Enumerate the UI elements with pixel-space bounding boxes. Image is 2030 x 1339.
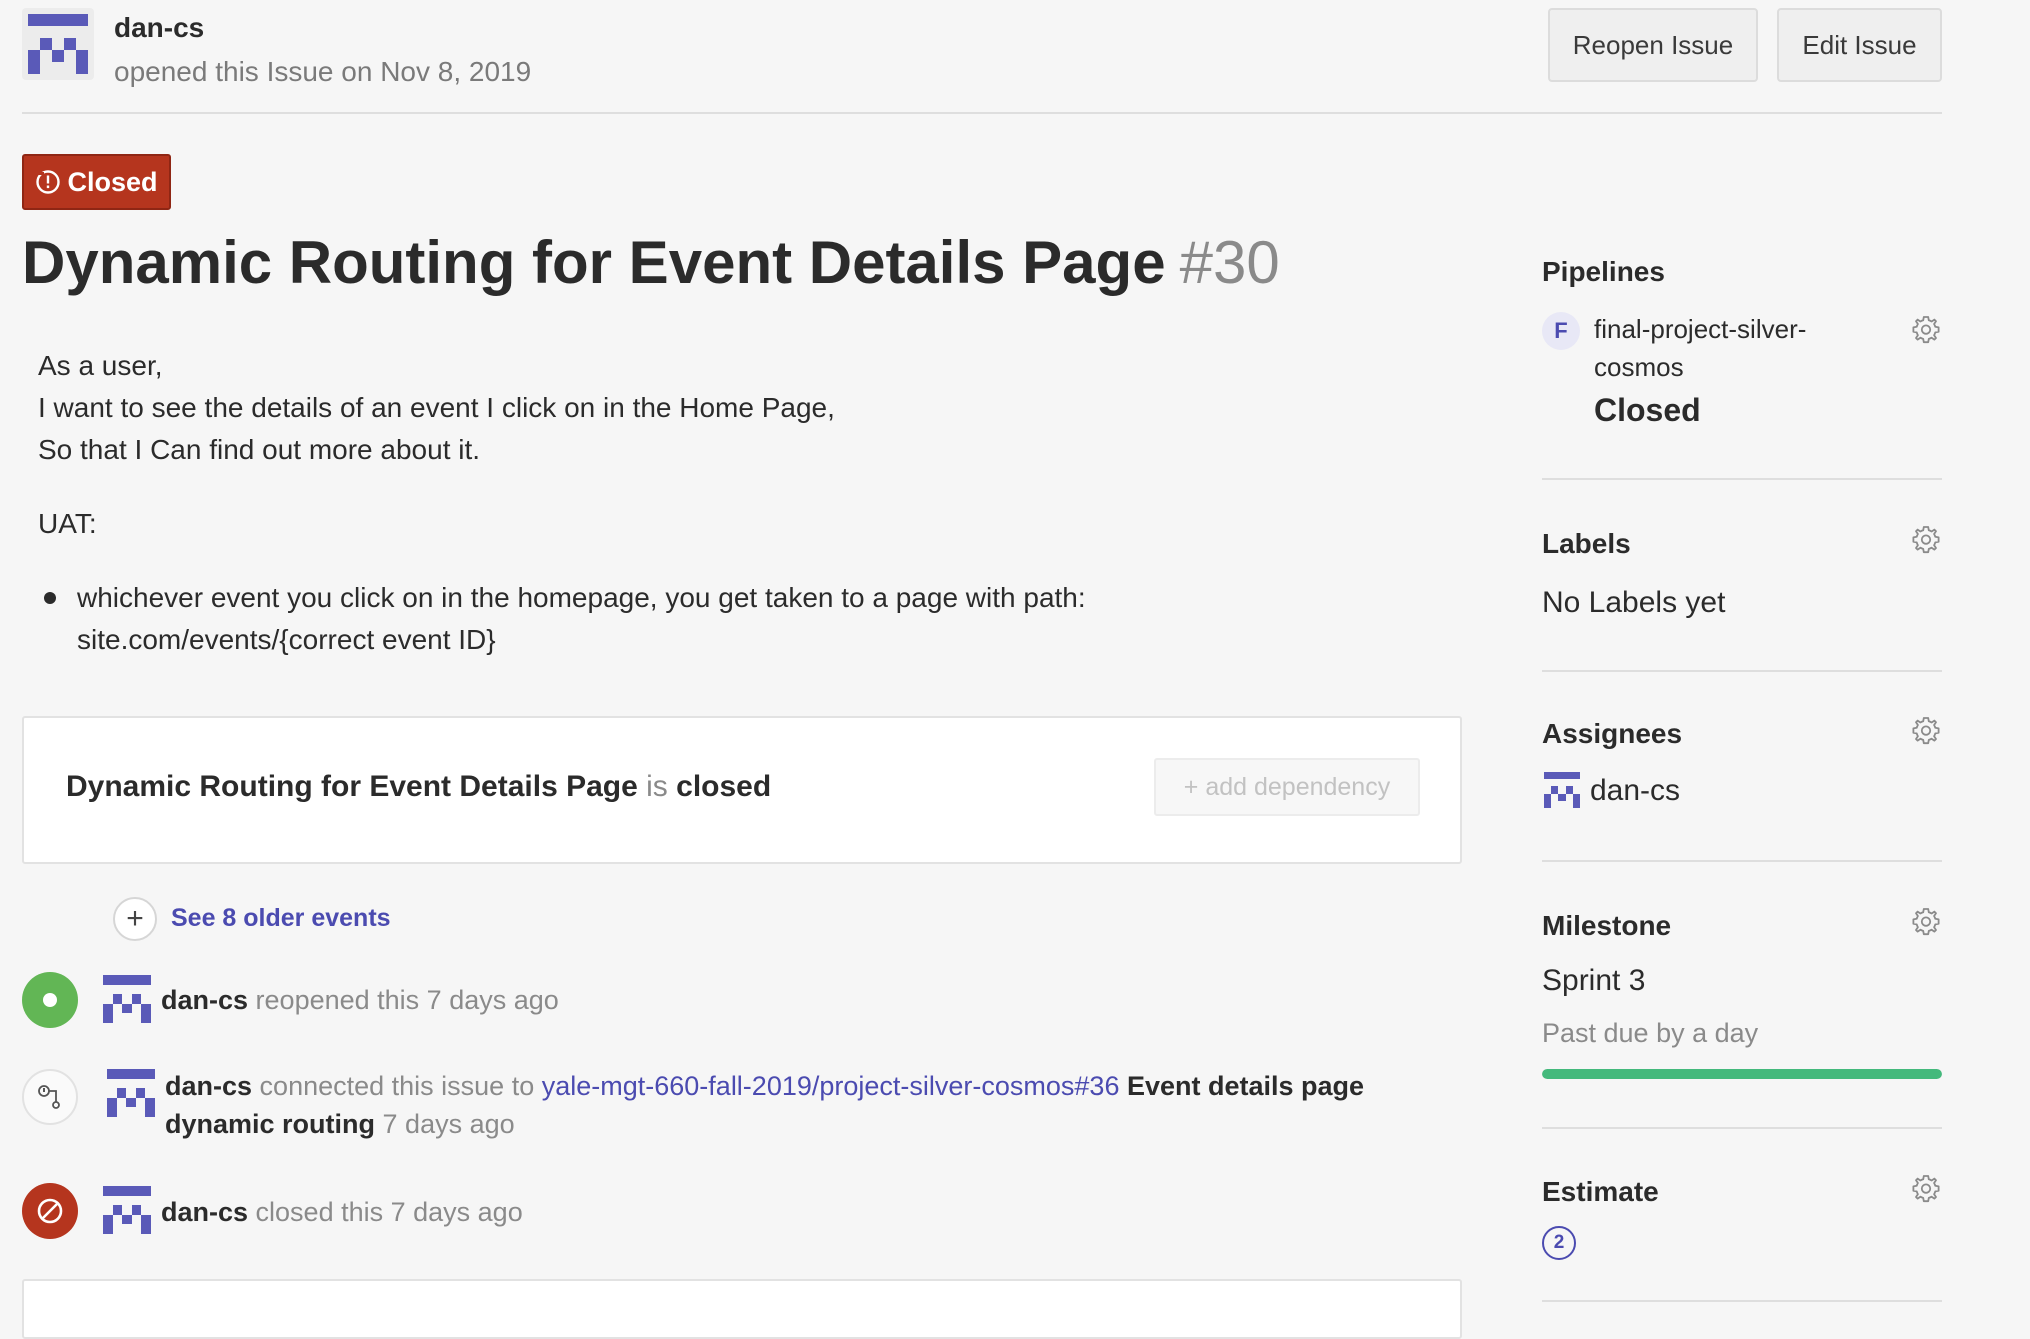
event-action: reopened this 7 days ago bbox=[255, 985, 559, 1015]
expand-older-events-icon[interactable]: + bbox=[113, 897, 157, 941]
closed-issue-icon bbox=[36, 170, 61, 194]
timeline-event-connected: dan-cs connected this issue to yale-mgt-… bbox=[165, 1071, 1364, 1102]
event-time: 7 days ago bbox=[382, 1109, 515, 1139]
sidebar-divider bbox=[1542, 1127, 1942, 1129]
connected-issue-title[interactable]: Event details page bbox=[1127, 1071, 1364, 1101]
pipelines-heading: Pipelines bbox=[1542, 256, 1665, 287]
estimate-value-badge[interactable]: 2 bbox=[1542, 1226, 1576, 1260]
sidebar-divider bbox=[1542, 1300, 1942, 1302]
event-user-link[interactable]: dan-cs bbox=[161, 1197, 248, 1227]
gear-icon[interactable] bbox=[1910, 715, 1942, 747]
uat-bullet-line: site.com/events/{correct event ID} bbox=[77, 624, 496, 655]
connected-issue-title-cont[interactable]: dynamic routing bbox=[165, 1109, 375, 1139]
sidebar-divider bbox=[1542, 670, 1942, 672]
issue-opened-meta: opened this Issue on Nov 8, 2019 bbox=[114, 56, 532, 87]
dependency-card: Dynamic Routing for Event Details Page i… bbox=[22, 716, 1462, 864]
timeline-event-closed: dan-cs closed this 7 days ago bbox=[161, 1197, 523, 1228]
status-badge: Closed bbox=[22, 154, 171, 210]
connected-issue-link[interactable]: yale-mgt-660-fall-2019/project-silver-co… bbox=[542, 1071, 1120, 1101]
event-action: connected this issue to bbox=[259, 1071, 535, 1101]
pipeline-workspace-badge: F bbox=[1542, 312, 1580, 350]
sidebar-divider bbox=[1542, 860, 1942, 862]
milestone-progress-bar bbox=[1542, 1069, 1942, 1079]
assignees-heading: Assignees bbox=[1542, 718, 1683, 749]
dependency-state: closed bbox=[676, 770, 772, 803]
uat-heading: UAT: bbox=[38, 508, 97, 539]
assignee-avatar[interactable] bbox=[1544, 772, 1580, 808]
issue-body-line: I want to see the details of an event I … bbox=[38, 392, 835, 423]
dependency-is: is bbox=[646, 770, 668, 803]
pipeline-state[interactable]: Closed bbox=[1594, 392, 1701, 429]
milestone-due-text: Past due by a day bbox=[1542, 1018, 1759, 1048]
pipeline-workspace-name[interactable]: final-project-silver- bbox=[1594, 314, 1806, 345]
dependency-issue-title: Dynamic Routing for Event Details Page bbox=[66, 770, 638, 803]
issue-number: #30 bbox=[1179, 229, 1280, 296]
reopen-issue-button[interactable]: Reopen Issue bbox=[1548, 8, 1758, 82]
gear-icon[interactable] bbox=[1910, 314, 1942, 346]
issue-title: Dynamic Routing for Event Details Page #3… bbox=[22, 228, 1280, 297]
milestone-name[interactable]: Sprint 3 bbox=[1542, 964, 1645, 998]
gear-icon[interactable] bbox=[1910, 906, 1942, 938]
timeline-event-reopened: dan-cs reopened this 7 days ago bbox=[161, 985, 559, 1016]
event-user-link[interactable]: dan-cs bbox=[165, 1071, 252, 1101]
dependency-status-text: Dynamic Routing for Event Details Page i… bbox=[66, 770, 771, 804]
status-label: Closed bbox=[67, 166, 158, 197]
issue-body-line: So that I Can find out more about it. bbox=[38, 434, 481, 465]
labels-heading: Labels bbox=[1542, 528, 1631, 559]
user-avatar[interactable] bbox=[107, 1069, 155, 1117]
estimate-heading: Estimate bbox=[1542, 1176, 1659, 1207]
labels-empty-text: No Labels yet bbox=[1542, 586, 1726, 619]
event-action: closed this 7 days ago bbox=[255, 1197, 523, 1227]
user-avatar[interactable] bbox=[103, 1186, 151, 1234]
connect-issue-icon bbox=[22, 1069, 78, 1125]
author-username[interactable]: dan-cs bbox=[114, 12, 204, 44]
closed-ban-icon bbox=[22, 1183, 78, 1239]
pipeline-workspace-name-cont[interactable]: cosmos bbox=[1594, 352, 1684, 383]
gear-icon[interactable] bbox=[1910, 1173, 1942, 1205]
see-older-events-link[interactable]: See 8 older events bbox=[171, 904, 391, 933]
reopened-dot-icon bbox=[22, 972, 78, 1028]
issue-body-line: As a user, bbox=[38, 350, 163, 381]
timeline-event-connected-cont: dynamic routing 7 days ago bbox=[165, 1109, 515, 1140]
event-user-link[interactable]: dan-cs bbox=[161, 985, 248, 1015]
milestone-progress-fill bbox=[1542, 1069, 1942, 1079]
comment-card bbox=[22, 1279, 1462, 1339]
add-dependency-button[interactable]: + add dependency bbox=[1154, 758, 1420, 816]
milestone-heading: Milestone bbox=[1542, 910, 1672, 941]
gear-icon[interactable] bbox=[1910, 524, 1942, 556]
issue-title-text: Dynamic Routing for Event Details Page bbox=[22, 229, 1166, 296]
user-avatar[interactable] bbox=[103, 975, 151, 1023]
author-avatar[interactable] bbox=[22, 8, 94, 80]
sidebar-divider bbox=[1542, 478, 1942, 480]
bullet-icon bbox=[44, 592, 56, 604]
edit-issue-button[interactable]: Edit Issue bbox=[1777, 8, 1942, 82]
uat-bullet-line: whichever event you click on in the home… bbox=[77, 582, 1086, 613]
assignee-name[interactable]: dan-cs bbox=[1590, 774, 1680, 808]
header-divider bbox=[22, 112, 1942, 114]
